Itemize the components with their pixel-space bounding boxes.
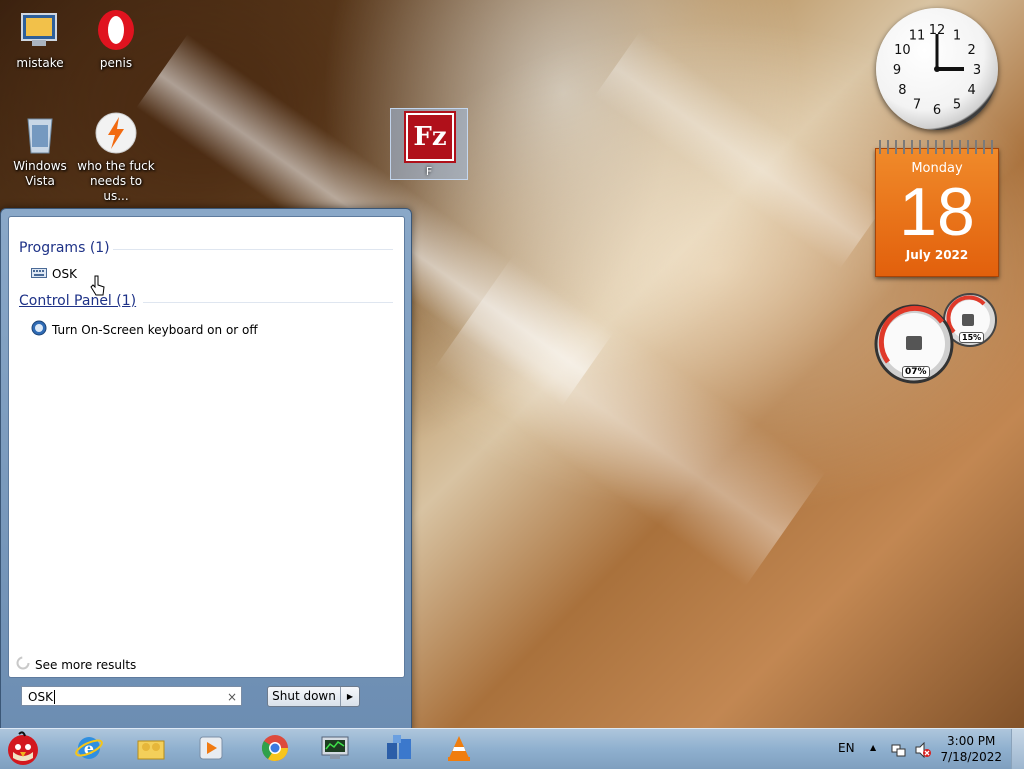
clock-numeral: 1: [953, 28, 961, 43]
taskbar-media-player[interactable]: [184, 732, 238, 766]
taskbar-date: 7/18/2022: [940, 750, 1002, 764]
clock-numeral: 5: [953, 98, 961, 113]
desktop-icon-windows-vista[interactable]: Windows Vista: [0, 111, 80, 189]
taskbar-time: 3:00 PM: [947, 734, 996, 748]
result-osk[interactable]: OSK: [31, 267, 77, 281]
search-input-value: OSK: [28, 690, 53, 704]
taskbar-network-app[interactable]: [372, 732, 426, 766]
clock-numeral: 10: [894, 43, 911, 58]
search-input[interactable]: OSK ×: [21, 686, 242, 706]
memory-usage-text: 15%: [959, 332, 985, 343]
wallpaper-highlight: [434, 253, 826, 587]
start-menu-footer: See more results OSK × Shut down ▶: [8, 656, 403, 724]
chrome-icon: [260, 733, 290, 766]
computer-folder-icon: [18, 8, 62, 52]
desktop-icon-label: Windows Vista: [13, 159, 67, 188]
clear-search-icon[interactable]: ×: [227, 687, 237, 707]
mouse-pointer-hand-icon: [90, 275, 106, 300]
ie-icon: e: [74, 733, 104, 766]
desktop-icon-label: mistake: [16, 56, 64, 70]
shutdown-label: Shut down: [268, 687, 341, 706]
filezilla-icon: Fz: [406, 113, 454, 161]
flash-player-icon: [94, 111, 138, 155]
media-player-icon: [197, 734, 225, 765]
clock-numeral: 7: [913, 98, 921, 113]
ease-of-access-icon: [31, 320, 47, 339]
taskbar-chrome[interactable]: [248, 732, 302, 766]
calendar-rings: [879, 140, 995, 154]
desktop-icon-filezilla[interactable]: Fz F: [390, 108, 468, 180]
see-more-results-link[interactable]: See more results: [16, 656, 136, 673]
desktop-icon-label: who the fuck needs to us...: [77, 159, 155, 203]
calendar-day: 18: [899, 174, 975, 250]
divider: [143, 302, 393, 303]
shutdown-options-arrow-icon[interactable]: ▶: [341, 687, 359, 706]
taskbar-windows-explorer[interactable]: [124, 732, 178, 766]
divider: [113, 249, 393, 250]
taskbar-clock[interactable]: 3:00 PM 7/18/2022: [940, 733, 1002, 765]
taskbar-internet-explorer[interactable]: e: [62, 732, 116, 766]
tray-expand-arrow-icon[interactable]: ▲: [870, 743, 876, 752]
group-control-panel[interactable]: Control Panel (1): [19, 293, 393, 309]
taskbar-task-manager[interactable]: [308, 732, 362, 766]
angry-bird-icon: [3, 730, 43, 769]
clock-numeral: 6: [933, 103, 941, 118]
desktop-icon-flash[interactable]: who the fuck needs to us...: [76, 111, 156, 204]
shutdown-button[interactable]: Shut down ▶: [267, 686, 360, 707]
result-label: Turn On-Screen keyboard on or off: [52, 322, 258, 337]
language-indicator[interactable]: EN: [838, 741, 855, 755]
calendar-month: July 2022: [905, 248, 969, 262]
group-title: Control Panel (1): [19, 293, 137, 309]
network-status-icon[interactable]: [891, 742, 907, 761]
clock-numeral: 9: [893, 63, 901, 78]
show-desktop-button[interactable]: [1011, 729, 1024, 769]
taskbar-vlc[interactable]: [432, 732, 486, 766]
recycle-bin-icon: [18, 111, 62, 155]
desktop-icon-label: penis: [99, 56, 133, 70]
wallpaper-highlight: [594, 31, 886, 269]
monitor-icon: [319, 734, 351, 765]
start-menu: Programs (1) OSK Control Panel (1) Turn …: [0, 208, 412, 732]
result-label: OSK: [52, 267, 77, 281]
folder-icon: [135, 733, 167, 766]
search-spinner-icon: [16, 656, 30, 673]
calendar-gadget[interactable]: Monday 18 July 2022: [875, 140, 999, 277]
cpu-meter-gadget[interactable]: 07% 15%: [874, 292, 1000, 384]
clock-face: 12 1234567891011: [893, 23, 981, 118]
clock-numeral: 4: [968, 83, 976, 98]
clock-gadget[interactable]: 12 1 2 3 4 5 6 7 8 9 10 11: [876, 8, 998, 130]
cpu-usage-text: 07%: [902, 366, 930, 378]
clock-numeral: 2: [968, 43, 976, 58]
clock-numeral: 3: [973, 63, 981, 78]
keyboard-icon: [31, 267, 47, 281]
group-programs[interactable]: Programs (1): [19, 240, 393, 256]
desktop-icon-mistake[interactable]: mistake: [0, 8, 80, 71]
start-button[interactable]: [0, 730, 46, 769]
clock-numeral: 8: [898, 83, 906, 98]
result-on-screen-keyboard-setting[interactable]: Turn On-Screen keyboard on or off: [31, 320, 258, 339]
vlc-icon: [444, 733, 474, 766]
clock-numeral: 11: [909, 28, 926, 43]
opera-browser-icon: [94, 8, 138, 52]
volume-muted-icon[interactable]: [914, 741, 932, 761]
search-results-panel: Programs (1) OSK Control Panel (1) Turn …: [8, 216, 405, 678]
network-icon: [383, 733, 415, 766]
desktop-icon-penis[interactable]: penis: [76, 8, 156, 71]
group-title: Programs (1): [19, 240, 110, 256]
desktop-icon-label: F: [425, 165, 433, 178]
taskbar: e EN ▲ 3:00 PM 7/18/2022: [0, 728, 1024, 769]
see-more-label: See more results: [35, 657, 137, 672]
